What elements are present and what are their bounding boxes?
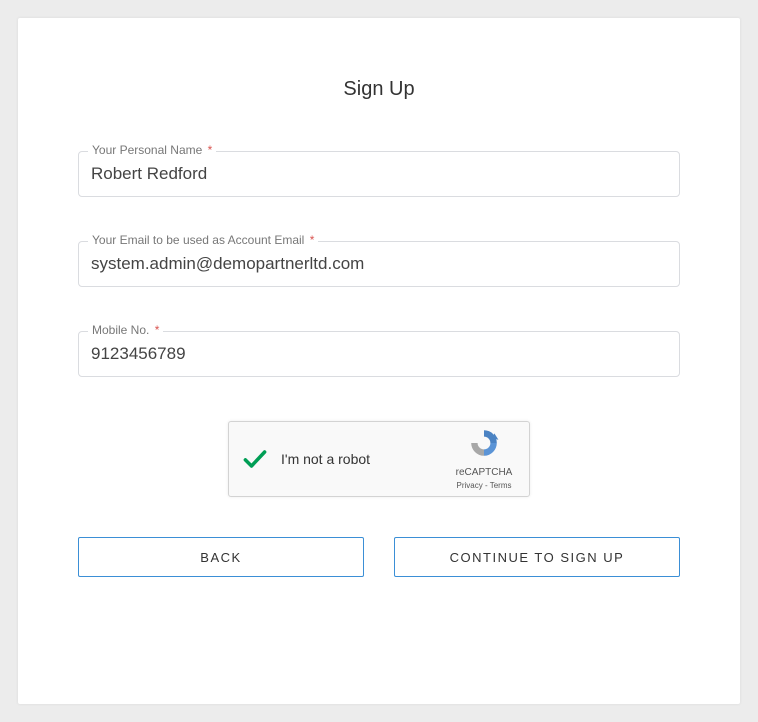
- mobile-field: Mobile No. *: [78, 331, 680, 377]
- back-button[interactable]: BACK: [78, 537, 364, 577]
- email-label-text: Your Email to be used as Account Email: [92, 233, 304, 247]
- email-label: Your Email to be used as Account Email *: [88, 233, 318, 247]
- name-input[interactable]: [78, 151, 680, 197]
- mobile-label: Mobile No. *: [88, 323, 163, 337]
- captcha-text: I'm not a robot: [281, 451, 451, 467]
- mobile-required-marker: *: [155, 323, 160, 337]
- captcha-branding: reCAPTCHA Privacy - Terms: [451, 427, 517, 490]
- continue-button[interactable]: CONTINUE TO SIGN UP: [394, 537, 680, 577]
- captcha-container: I'm not a robot reCAPTCHA Privacy - Term…: [78, 421, 680, 497]
- captcha-terms-link[interactable]: Terms: [490, 481, 512, 490]
- recaptcha-widget[interactable]: I'm not a robot reCAPTCHA Privacy - Term…: [228, 421, 530, 497]
- signup-card: Sign Up Your Personal Name * Your Email …: [18, 18, 740, 704]
- button-row: BACK CONTINUE TO SIGN UP: [78, 537, 680, 577]
- captcha-brand: reCAPTCHA: [451, 466, 517, 480]
- recaptcha-icon: [451, 427, 517, 462]
- name-required-marker: *: [208, 143, 213, 157]
- name-label-text: Your Personal Name: [92, 143, 202, 157]
- email-field: Your Email to be used as Account Email *: [78, 241, 680, 287]
- mobile-input[interactable]: [78, 331, 680, 377]
- captcha-links: Privacy - Terms: [451, 480, 517, 491]
- name-label: Your Personal Name *: [88, 143, 216, 157]
- page-title: Sign Up: [78, 78, 680, 101]
- captcha-privacy-link[interactable]: Privacy: [457, 481, 483, 490]
- email-input[interactable]: [78, 241, 680, 287]
- name-field: Your Personal Name *: [78, 151, 680, 197]
- checkmark-icon: [241, 445, 269, 473]
- email-required-marker: *: [310, 233, 315, 247]
- mobile-label-text: Mobile No.: [92, 323, 149, 337]
- captcha-link-dash: -: [483, 481, 490, 490]
